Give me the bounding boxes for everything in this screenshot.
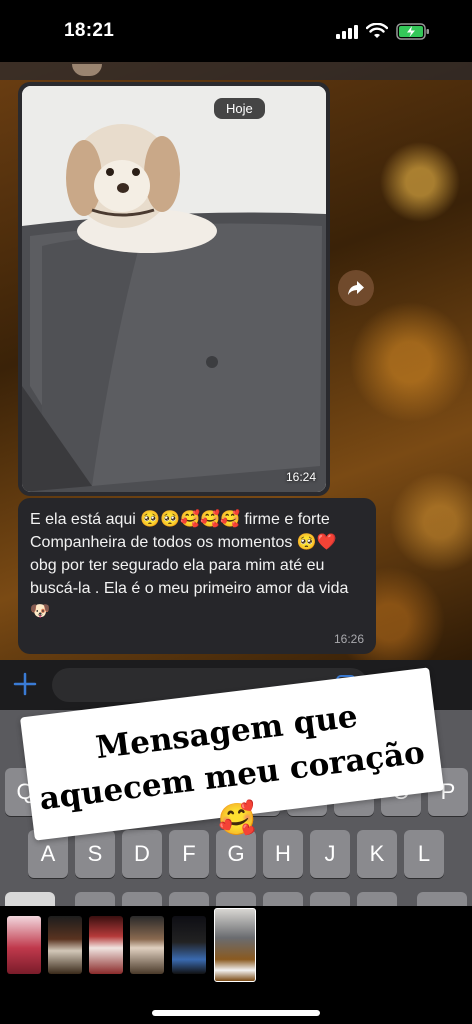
shift-key[interactable] [5,892,55,906]
dog-photo[interactable]: Hoje 16:24 [22,86,326,492]
story-thumbnail[interactable] [89,916,123,974]
dog-on-couch-image [22,86,326,492]
story-thumbnail[interactable] [48,916,82,974]
story-thumbnail-selected[interactable] [214,908,256,982]
home-indicator[interactable] [152,1010,320,1016]
story-thumbnail[interactable] [7,916,41,974]
avatar [72,64,102,76]
key-row3[interactable] [169,892,209,906]
forward-button[interactable] [338,270,374,306]
previous-message-strip [0,62,472,80]
story-thumbnail-strip [0,906,472,1024]
story-thumbnail[interactable] [130,916,164,974]
wifi-icon [366,23,388,38]
message-timestamp: 16:26 [333,632,364,646]
key-row3[interactable] [75,892,115,906]
chat-area[interactable]: Hoje 16:24 E ela está aqui 🥺🥺🥰🥰🥰 firme e… [0,62,472,660]
key-row3[interactable] [122,892,162,906]
key-row3[interactable] [216,892,256,906]
forward-arrow-icon [348,281,364,295]
key-row3[interactable] [263,892,303,906]
photo-message[interactable]: Hoje 16:24 [18,82,330,496]
key-row3[interactable] [357,892,397,906]
plus-icon[interactable] [12,671,38,697]
status-time: 18:21 [64,20,115,41]
message-text: E ela está aqui 🥺🥺🥰🥰🥰 firme e forte Comp… [30,511,349,620]
date-label: Hoje [214,98,265,119]
photo-timestamp: 16:24 [285,470,316,484]
backspace-key[interactable] [417,892,467,906]
key-j[interactable]: J [310,830,350,878]
text-message[interactable]: E ela está aqui 🥺🥺🥰🥰🥰 firme e forte Comp… [18,498,376,654]
battery-charging-icon [396,23,429,40]
key-k[interactable]: K [357,830,397,878]
story-thumbnail[interactable] [172,916,206,974]
status-bar: 18:21 [0,0,472,62]
key-l[interactable]: L [404,830,444,878]
key-row3[interactable] [310,892,350,906]
cellular-signal-icon [336,25,358,39]
